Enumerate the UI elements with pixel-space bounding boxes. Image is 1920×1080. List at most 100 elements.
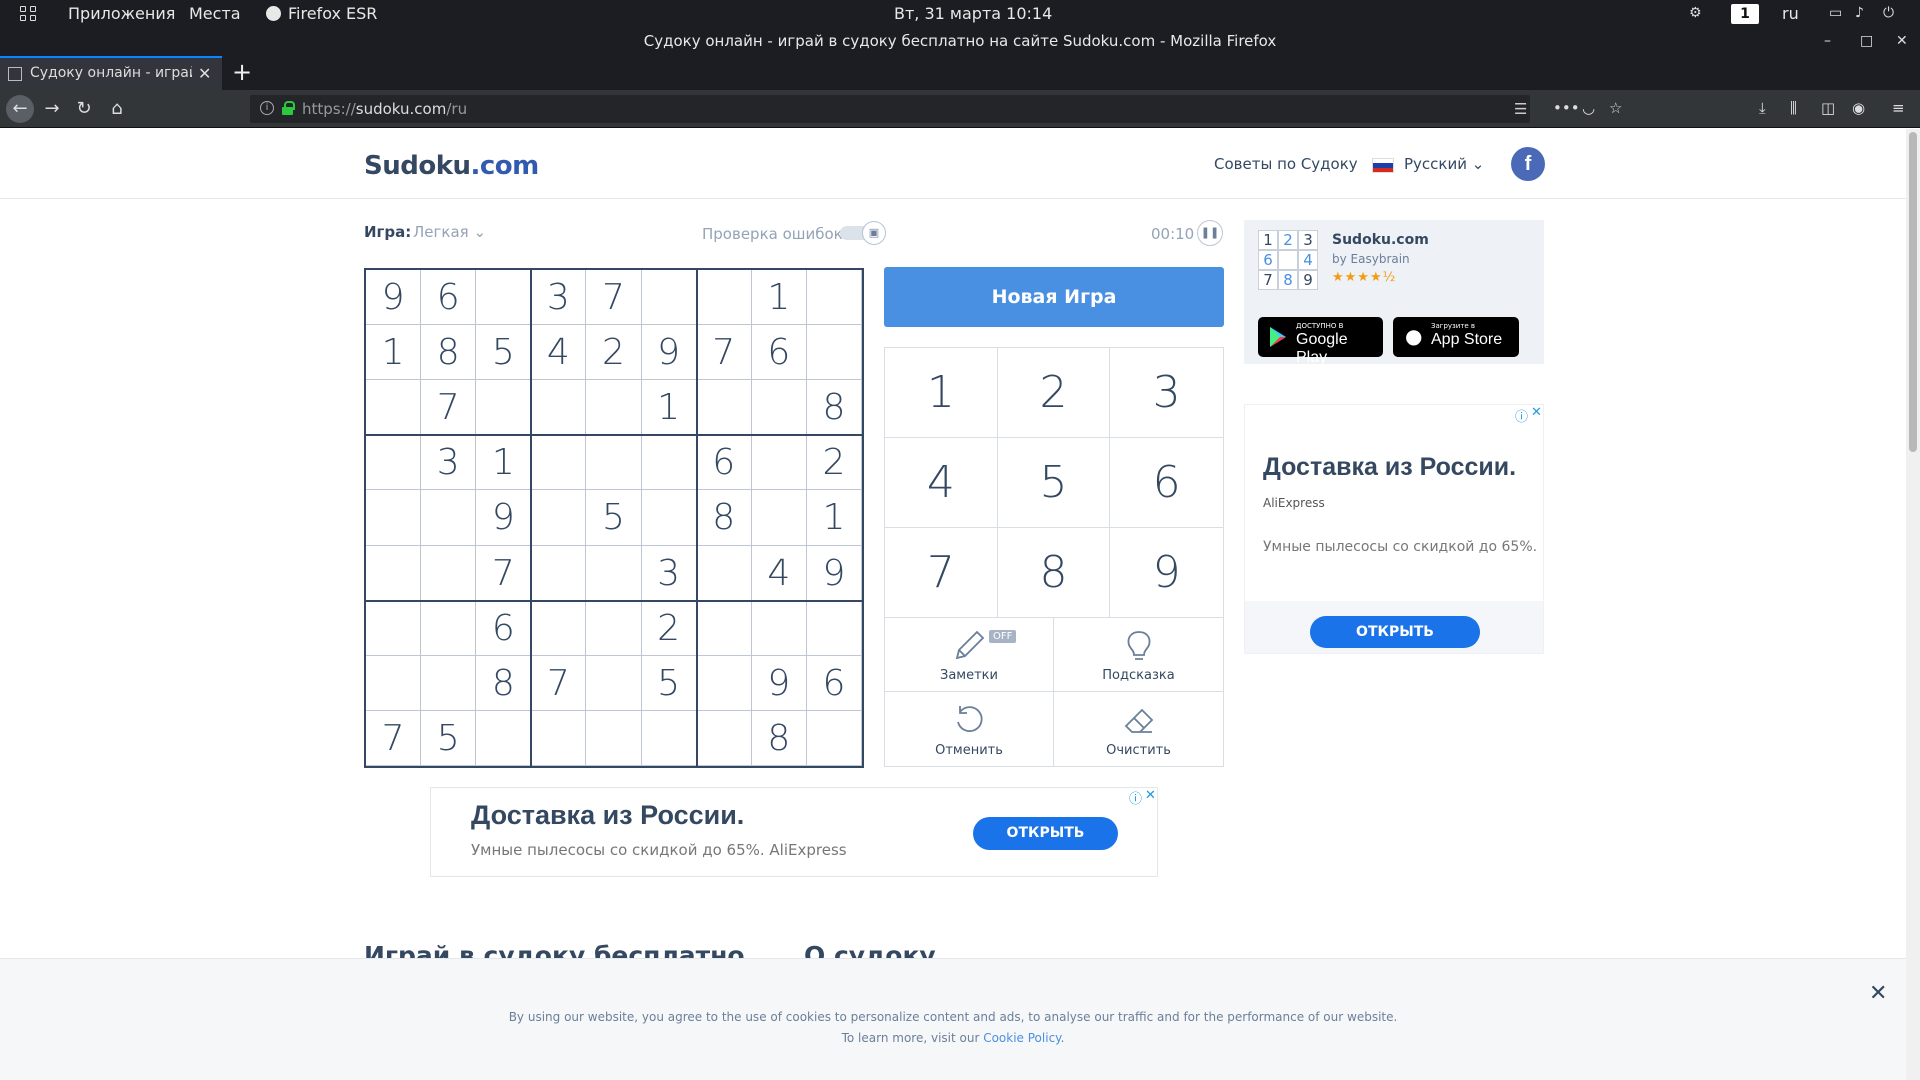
downloads-icon[interactable]: ⤓ xyxy=(1759,99,1766,117)
ad-info-icon[interactable]: ⓘ xyxy=(1515,406,1528,425)
keyboard-layout[interactable]: ru xyxy=(1782,4,1799,23)
display-icon[interactable]: ▭ xyxy=(1829,5,1842,21)
reader-view-icon[interactable]: ☰ xyxy=(1514,100,1527,118)
sudoku-cell[interactable] xyxy=(586,545,642,601)
sudoku-cell[interactable]: 1 xyxy=(366,325,422,381)
sudoku-cell[interactable] xyxy=(641,435,697,491)
ad-open-button[interactable]: ОТКРЫТЬ xyxy=(973,817,1118,850)
cookie-policy-link[interactable]: Cookie Policy xyxy=(983,1031,1060,1045)
sudoku-cell[interactable]: 7 xyxy=(421,380,477,436)
sudoku-cell[interactable] xyxy=(531,490,587,546)
sudoku-cell[interactable]: 9 xyxy=(806,545,862,601)
home-icon[interactable]: ⌂ xyxy=(105,97,129,121)
sudoku-cell[interactable]: 7 xyxy=(366,710,422,766)
number-key[interactable]: 4 xyxy=(885,438,998,528)
url-bar[interactable]: i https://sudoku.com/ru ☰ xyxy=(250,95,1530,123)
erase-button[interactable]: Очистить xyxy=(1054,692,1224,766)
os-active-app[interactable]: Firefox ESR xyxy=(288,4,377,23)
sudoku-cell[interactable]: 2 xyxy=(641,600,697,656)
sudoku-cell[interactable]: 8 xyxy=(476,655,532,711)
sudoku-cell[interactable]: 4 xyxy=(531,325,587,381)
bookmark-star-icon[interactable]: ☆ xyxy=(1609,99,1622,117)
sudoku-cell[interactable] xyxy=(641,490,697,546)
difficulty-selector[interactable]: Легкая ⌄ xyxy=(413,223,486,241)
close-window-icon[interactable]: ✕ xyxy=(1896,28,1908,54)
sudoku-cell[interactable] xyxy=(641,710,697,766)
language-selector[interactable]: Русский ⌄ xyxy=(1404,155,1484,173)
sudoku-cell[interactable]: 3 xyxy=(421,435,477,491)
facebook-icon[interactable]: f xyxy=(1511,147,1545,181)
ad-close-icon[interactable]: ✕ xyxy=(1145,788,1156,803)
site-logo[interactable]: Sudoku.com xyxy=(364,151,539,181)
workspace-indicator[interactable]: 1 xyxy=(1731,4,1759,24)
back-icon[interactable]: ← xyxy=(6,95,34,123)
sudoku-cell[interactable] xyxy=(806,270,862,326)
sudoku-cell[interactable]: 7 xyxy=(696,325,752,381)
sudoku-cell[interactable]: 5 xyxy=(421,710,477,766)
bottom-advertisement[interactable]: ⓘ ✕ Доставка из России. Умные пылесосы с… xyxy=(430,787,1158,877)
sudoku-cell[interactable]: 7 xyxy=(586,270,642,326)
sudoku-cell[interactable]: 9 xyxy=(366,270,422,326)
sudoku-cell[interactable]: 5 xyxy=(586,490,642,546)
sudoku-cell[interactable]: 6 xyxy=(806,655,862,711)
account-icon[interactable]: ◉ xyxy=(1852,99,1865,117)
sudoku-cell[interactable]: 9 xyxy=(476,490,532,546)
minimize-icon[interactable]: – xyxy=(1824,28,1831,54)
ad-info-icon[interactable]: ⓘ xyxy=(1129,788,1142,807)
sudoku-cell[interactable] xyxy=(751,380,807,436)
tab-close-icon[interactable]: ✕ xyxy=(198,64,211,83)
scrollbar-thumb[interactable] xyxy=(1909,132,1917,452)
sudoku-cell[interactable]: 3 xyxy=(641,545,697,601)
sudoku-cell[interactable]: 9 xyxy=(641,325,697,381)
sudoku-cell[interactable] xyxy=(751,435,807,491)
os-apps-menu[interactable]: Приложения xyxy=(68,4,175,23)
sudoku-cell[interactable] xyxy=(586,655,642,711)
power-icon[interactable]: ⏻ xyxy=(1883,5,1894,21)
sudoku-cell[interactable]: 3 xyxy=(531,270,587,326)
russia-flag-icon[interactable] xyxy=(1372,158,1394,173)
sudoku-cell[interactable] xyxy=(366,435,422,491)
number-key[interactable]: 8 xyxy=(997,528,1111,618)
number-key[interactable]: 6 xyxy=(1110,438,1223,528)
sudoku-cell[interactable] xyxy=(751,600,807,656)
sudoku-cell[interactable] xyxy=(366,655,422,711)
sudoku-cell[interactable] xyxy=(531,600,587,656)
sudoku-cell[interactable] xyxy=(696,710,752,766)
number-key[interactable]: 7 xyxy=(885,528,998,618)
number-key[interactable]: 5 xyxy=(997,438,1111,528)
undo-button[interactable]: Отменить xyxy=(885,692,1054,766)
number-key[interactable]: 1 xyxy=(885,348,998,438)
sudoku-cell[interactable] xyxy=(696,600,752,656)
sudoku-cell[interactable] xyxy=(366,380,422,436)
number-key[interactable]: 9 xyxy=(1110,528,1223,618)
sudoku-cell[interactable]: 8 xyxy=(421,325,477,381)
sudoku-cell[interactable] xyxy=(586,710,642,766)
app-grid-icon[interactable] xyxy=(20,6,38,22)
sudoku-cell[interactable] xyxy=(806,600,862,656)
sudoku-cell[interactable] xyxy=(531,380,587,436)
sudoku-cell[interactable]: 6 xyxy=(751,325,807,381)
sudoku-cell[interactable] xyxy=(696,545,752,601)
app-store-button[interactable]: ● Загрузите в App Store xyxy=(1393,317,1519,357)
tab-sudoku[interactable]: Судоку онлайн - играй в судоку бесплатно… xyxy=(0,56,222,90)
sudoku-cell[interactable] xyxy=(421,600,477,656)
sudoku-cell[interactable] xyxy=(531,545,587,601)
sudoku-cell[interactable] xyxy=(366,600,422,656)
sudoku-cell[interactable] xyxy=(476,710,532,766)
sudoku-cell[interactable]: 1 xyxy=(806,490,862,546)
sudoku-cell[interactable] xyxy=(696,380,752,436)
maximize-icon[interactable]: □ xyxy=(1860,28,1873,54)
sudoku-cell[interactable]: 8 xyxy=(806,380,862,436)
page-actions-icon[interactable]: ••• xyxy=(1553,99,1580,117)
sudoku-cell[interactable]: 1 xyxy=(751,270,807,326)
volume-icon[interactable]: ♪ xyxy=(1855,5,1864,21)
sudoku-cell[interactable] xyxy=(586,380,642,436)
sudoku-cell[interactable] xyxy=(421,545,477,601)
sudoku-cell[interactable] xyxy=(476,380,532,436)
side-advertisement[interactable]: ⓘ ✕ Доставка из России. AliExpress Умные… xyxy=(1244,404,1544,654)
sudoku-cell[interactable]: 1 xyxy=(641,380,697,436)
number-key[interactable]: 2 xyxy=(997,348,1111,438)
ad-open-button[interactable]: ОТКРЫТЬ xyxy=(1310,616,1480,648)
sudoku-cell[interactable] xyxy=(531,435,587,491)
sudoku-cell[interactable]: 2 xyxy=(586,325,642,381)
